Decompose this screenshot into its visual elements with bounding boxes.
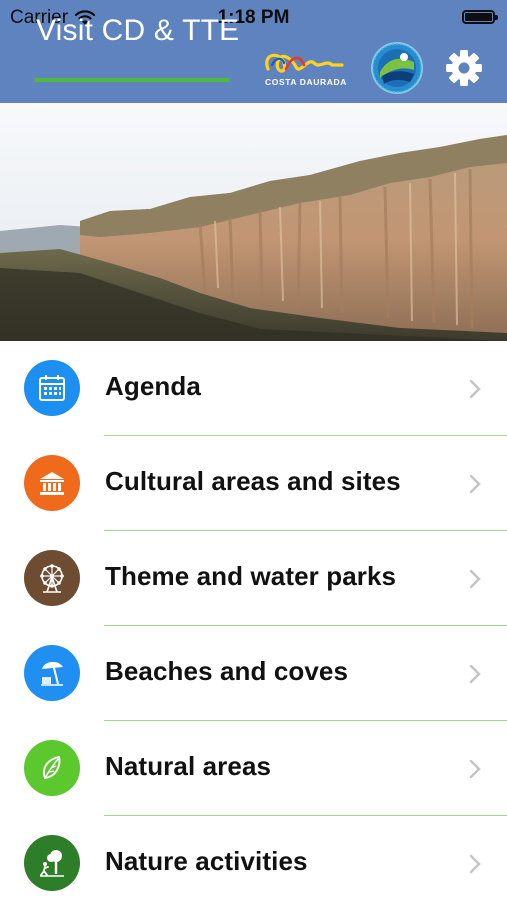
costa-daurada-logo: COSTA DAURADA	[258, 49, 354, 91]
calendar-icon	[24, 360, 80, 416]
menu-item-cultural-areas[interactable]: Cultural areas and sites	[0, 436, 507, 531]
category-menu: Agenda Cultural areas and sites Theme an…	[0, 341, 507, 911]
gear-icon	[446, 50, 482, 86]
menu-item-nature-activities[interactable]: Nature activities	[0, 816, 507, 911]
museum-icon	[24, 455, 80, 511]
menu-item-label: Cultural areas and sites	[105, 466, 401, 496]
tree-walker-icon	[24, 835, 80, 891]
menu-item-natural-areas[interactable]: Natural areas	[0, 721, 507, 816]
settings-button[interactable]	[442, 48, 486, 88]
menu-item-label: Nature activities	[105, 846, 308, 876]
menu-item-label: Theme and water parks	[105, 561, 397, 591]
terres-de-ebre-logo	[370, 40, 424, 96]
chevron-right-icon	[469, 379, 481, 399]
menu-item-label: Beaches and coves	[105, 656, 349, 686]
chevron-right-icon	[469, 664, 481, 684]
menu-item-beaches[interactable]: Beaches and coves	[0, 626, 507, 721]
menu-item-label: Agenda	[105, 371, 201, 401]
leaf-icon	[24, 740, 80, 796]
chevron-right-icon	[469, 474, 481, 494]
hero-image	[0, 103, 507, 341]
logo-wordmark: COSTA DAURADA	[265, 77, 347, 87]
ferris-wheel-icon	[24, 550, 80, 606]
title-underline	[34, 78, 230, 82]
battery-icon	[462, 10, 498, 24]
chevron-right-icon	[469, 854, 481, 874]
beach-umbrella-icon	[24, 645, 80, 701]
menu-item-agenda[interactable]: Agenda	[0, 341, 507, 436]
menu-item-label: Natural areas	[105, 751, 272, 781]
menu-item-theme-parks[interactable]: Theme and water parks	[0, 531, 507, 626]
app-title: Visit CD & TTE	[36, 14, 240, 47]
chevron-right-icon	[469, 569, 481, 589]
chevron-right-icon	[469, 759, 481, 779]
